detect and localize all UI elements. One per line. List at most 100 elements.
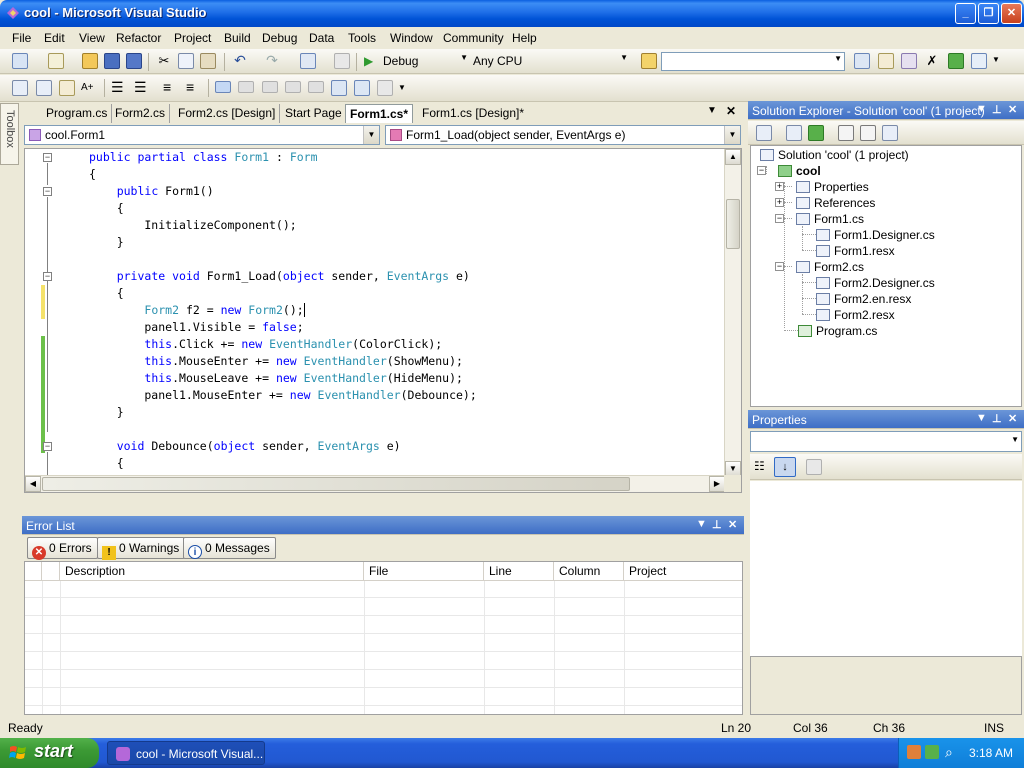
window-position-icon[interactable]: ▼ — [696, 518, 707, 530]
close-button[interactable]: ✕ — [1001, 3, 1022, 24]
column-header-icon[interactable] — [25, 562, 42, 581]
cut-icon[interactable]: ✂ — [156, 53, 172, 69]
column-header-project[interactable]: Project — [624, 562, 742, 581]
tree-item-form2-resx[interactable]: Form2.resx — [816, 307, 895, 323]
view-designer-icon[interactable] — [860, 125, 876, 141]
tree-item-form2-en-resx[interactable]: Form2.en.resx — [816, 291, 911, 307]
close-panel-icon[interactable]: ✕ — [1008, 103, 1017, 116]
next-bookmark-in-document-icon[interactable] — [354, 80, 370, 96]
menu-file[interactable]: File — [12, 31, 31, 45]
uncomment-lines-icon[interactable]: ≡ — [186, 80, 202, 96]
chevron-down-icon[interactable]: ▼ — [398, 83, 414, 99]
tree-item-form2[interactable]: Form2.cs — [796, 259, 864, 275]
search-icon[interactable]: ⌕ — [945, 744, 953, 761]
quick-info-icon[interactable] — [59, 80, 75, 96]
tree-item-form2-designer[interactable]: Form2.Designer.cs — [816, 275, 935, 291]
platform-dropdown[interactable]: Any CPU ▼ — [470, 52, 630, 71]
properties-icon[interactable] — [756, 125, 772, 141]
minimize-button[interactable]: _ — [955, 3, 976, 24]
collapse-icon[interactable]: − — [43, 153, 52, 162]
toggle-bookmark-icon[interactable] — [215, 81, 231, 93]
collapse-icon[interactable]: − — [775, 214, 784, 223]
property-pages-icon[interactable] — [806, 459, 822, 475]
previous-bookmark-icon[interactable] — [238, 81, 254, 93]
collapse-icon[interactable]: − — [43, 187, 52, 196]
menu-project[interactable]: Project — [174, 31, 211, 45]
tree-item-solution[interactable]: Solution 'cool' (1 project) — [760, 147, 909, 163]
collapse-icon[interactable]: − — [757, 166, 766, 175]
expand-icon[interactable]: + — [775, 198, 784, 207]
scroll-up-icon[interactable]: ▲ — [725, 149, 741, 165]
tab-list-icon[interactable]: ▼ — [707, 105, 717, 116]
tab-program-cs[interactable]: Program.cs — [42, 104, 113, 123]
start-page-icon[interactable] — [948, 53, 964, 69]
display-object-member-list-icon[interactable] — [12, 80, 28, 96]
find-combo[interactable]: ▼ — [661, 52, 845, 71]
solution-tree[interactable]: − + + − − Solution 'cool' (1 project) co… — [750, 145, 1022, 407]
find-in-files-icon[interactable] — [641, 53, 657, 69]
menu-data[interactable]: Data — [309, 31, 334, 45]
expand-icon[interactable]: + — [775, 182, 784, 191]
auto-hide-pin-icon[interactable]: ⊥ — [712, 518, 722, 531]
start-button[interactable]: start — [0, 738, 99, 768]
tab-form2-design[interactable]: Form2.cs [Design] — [174, 104, 281, 123]
errors-filter-button[interactable]: ✕ 0 Errors — [27, 537, 98, 560]
error-list-grid[interactable]: Description File Line Column Project — [24, 561, 743, 715]
taskbar-item-visual-studio[interactable]: cool - Microsoft Visual... — [107, 741, 265, 765]
menu-debug[interactable]: Debug — [262, 31, 297, 45]
close-panel-icon[interactable]: ✕ — [1008, 412, 1017, 425]
redo-icon[interactable]: ↷ — [264, 53, 280, 69]
clear-bookmarks-icon[interactable] — [377, 80, 393, 96]
tree-item-program[interactable]: Program.cs — [798, 323, 877, 339]
window-position-icon[interactable]: ▼ — [976, 103, 987, 115]
editor-vertical-scrollbar[interactable]: ▲ ▼ — [724, 149, 741, 477]
parameter-info-icon[interactable] — [36, 80, 52, 96]
tray-app-icon[interactable] — [907, 745, 921, 759]
solution-explorer-icon[interactable] — [854, 53, 870, 69]
tab-form1-cs[interactable]: Form1.cs* — [345, 104, 414, 123]
collapse-icon[interactable]: − — [43, 272, 52, 281]
window-position-icon[interactable]: ▼ — [976, 412, 987, 424]
navigate-forward-icon[interactable] — [334, 53, 350, 69]
column-header-file[interactable]: File — [364, 562, 484, 581]
solution-config-dropdown[interactable]: Debug ▼ — [380, 52, 470, 71]
column-header-description[interactable]: Description — [60, 562, 364, 581]
column-header-line[interactable]: Line — [484, 562, 554, 581]
column-header-column[interactable]: Column — [554, 562, 624, 581]
auto-hide-pin-icon[interactable]: ⊥ — [992, 103, 1002, 116]
next-bookmark-icon[interactable] — [262, 81, 278, 93]
properties-grid[interactable] — [750, 481, 1022, 656]
chevron-down-icon[interactable]: ▼ — [992, 55, 1008, 71]
maximize-button[interactable]: ❐ — [978, 3, 999, 24]
tab-form1-design[interactable]: Form1.cs [Design]* — [418, 104, 528, 123]
code-editor[interactable]: − − − − public partial class Form1 : For… — [24, 148, 742, 493]
properties-window-icon[interactable] — [878, 53, 894, 69]
refresh-icon[interactable] — [808, 125, 824, 141]
tree-item-form1-resx[interactable]: Form1.resx — [816, 243, 895, 259]
column-header-number[interactable] — [42, 562, 60, 581]
scroll-right-icon[interactable]: ▶ — [709, 476, 725, 492]
menu-help[interactable]: Help — [512, 31, 537, 45]
collapse-icon[interactable]: − — [43, 442, 52, 451]
paste-icon[interactable] — [200, 53, 216, 69]
toolbox-icon[interactable]: ✗ — [924, 53, 940, 69]
collapse-icon[interactable]: − — [775, 262, 784, 271]
tree-item-project[interactable]: cool — [778, 163, 821, 179]
complete-word-icon[interactable]: A+ — [81, 80, 97, 96]
undo-icon[interactable]: ↶ — [232, 53, 248, 69]
properties-object-dropdown[interactable]: ▼ — [750, 431, 1022, 452]
menu-tools[interactable]: Tools — [348, 31, 376, 45]
start-debugging-icon[interactable]: ▶ — [364, 54, 380, 70]
auto-hide-pin-icon[interactable]: ⊥ — [992, 412, 1002, 425]
decrease-indent-icon[interactable]: ☰ — [111, 80, 127, 96]
new-project-icon[interactable] — [12, 53, 28, 69]
close-panel-icon[interactable]: ✕ — [728, 518, 737, 531]
menu-view[interactable]: View — [79, 31, 105, 45]
menu-window[interactable]: Window — [390, 31, 433, 45]
toolbox-tab[interactable]: Toolbox — [0, 103, 19, 165]
scroll-thumb[interactable] — [42, 477, 630, 491]
warnings-filter-button[interactable]: ! 0 Warnings — [97, 537, 186, 560]
comment-lines-icon[interactable]: ≡ — [163, 80, 179, 96]
categorized-icon[interactable]: ☷ — [754, 459, 770, 475]
show-all-files-icon[interactable] — [786, 125, 802, 141]
